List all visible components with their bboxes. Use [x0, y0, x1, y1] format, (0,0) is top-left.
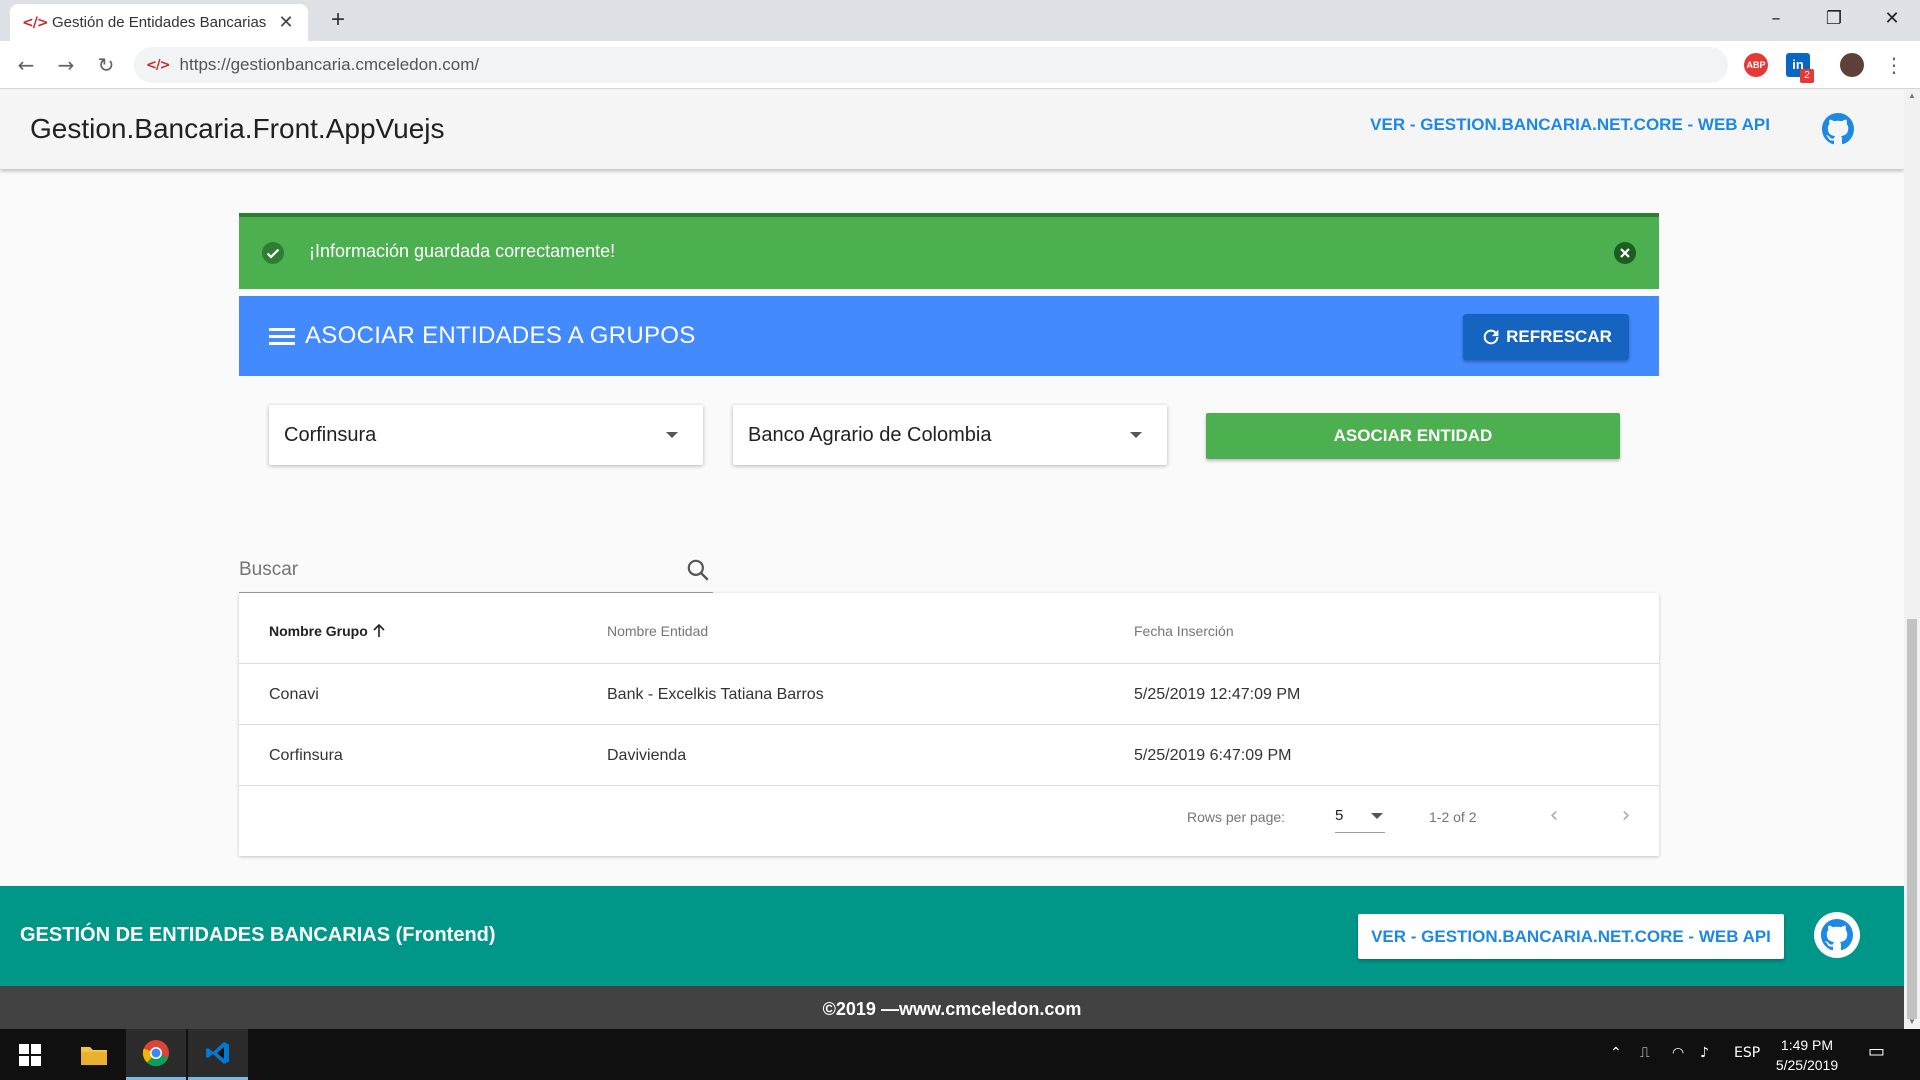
restore-button[interactable]: ❐ — [1806, 0, 1862, 40]
data-table: Nombre Grupo Nombre Entidad Fecha Inserc… — [239, 593, 1659, 856]
github-icon — [1821, 919, 1853, 951]
copyright-text[interactable]: ©2019 —www.cmceledon.com — [0, 999, 1904, 1020]
chrome-taskbar-button[interactable] — [126, 1029, 186, 1080]
browser-menu-icon[interactable]: ⋮ — [1880, 51, 1908, 79]
extension-badge: 2 — [1800, 69, 1814, 83]
windows-start-button[interactable] — [0, 1029, 60, 1080]
alert-message: ¡Información guardada correctamente! — [309, 241, 616, 261]
adblock-extension-icon[interactable]: ABP — [1744, 53, 1768, 77]
search-icon[interactable] — [685, 557, 711, 583]
language-indicator[interactable]: ESP — [1734, 1045, 1760, 1061]
network-icon[interactable]: ⎍ — [1640, 1045, 1650, 1061]
window-close-button[interactable]: ✕ — [1864, 0, 1920, 40]
row-divider — [239, 785, 1659, 786]
associate-entity-button[interactable]: ASOCIAR ENTIDAD — [1206, 413, 1620, 459]
rows-per-page-select[interactable]: 5 — [1335, 799, 1385, 833]
browser-toolbar: ← → ↻ </> https://gestionbancaria.cmcele… — [0, 41, 1920, 89]
browser-tab[interactable]: </> Gestión de Entidades Bancarias ✕ — [10, 4, 308, 41]
footer-github-button[interactable] — [1814, 912, 1860, 958]
cell-grupo: Conavi — [269, 686, 319, 703]
minimize-button[interactable]: – — [1748, 0, 1804, 40]
page-scrollbar[interactable]: ▲ ▼ — [1904, 89, 1920, 1029]
column-header-grupo[interactable]: Nombre Grupo — [269, 623, 386, 639]
folder-icon — [81, 1046, 107, 1065]
tab-close-icon[interactable]: ✕ — [276, 12, 296, 33]
windows-logo-icon — [19, 1043, 41, 1066]
cell-entidad: Bank - Excelkis Tatiana Barros — [607, 686, 824, 703]
reload-icon[interactable]: ↻ — [92, 51, 120, 79]
tab-title: Gestión de Entidades Bancarias — [52, 14, 267, 31]
entity-select[interactable]: Banco Agrario de Colombia — [733, 405, 1167, 465]
search-input[interactable]: Buscar — [239, 553, 713, 593]
refresh-icon — [1483, 329, 1499, 345]
app-header: Gestion.Bancaria.Front.AppVuejs VER - GE… — [0, 89, 1904, 169]
footer-title: GESTIÓN DE ENTIDADES BANCARIAS (Frontend… — [20, 924, 496, 946]
group-select-value: Corfinsura — [284, 423, 377, 446]
search-placeholder: Buscar — [239, 559, 299, 580]
footer-copyright-bar: ©2019 —www.cmceledon.com — [0, 986, 1904, 1029]
notifications-icon[interactable]: ▭ — [1868, 1041, 1885, 1062]
cell-grupo: Corfinsura — [269, 747, 343, 764]
pagination-range: 1-2 of 2 — [1429, 809, 1477, 825]
header-api-link[interactable]: VER - GESTION.BANCARIA.NET.CORE - WEB AP… — [1370, 115, 1770, 135]
url-text[interactable]: https://gestionbancaria.cmceledon.com/ — [180, 55, 480, 75]
next-page-button[interactable]: › — [1611, 801, 1641, 831]
cell-entidad: Davivienda — [607, 747, 687, 764]
alert-close-icon[interactable] — [1613, 241, 1637, 265]
system-clock[interactable]: 1:49 PM 5/25/2019 — [1762, 1035, 1852, 1075]
browser-tab-bar: </> Gestión de Entidades Bancarias ✕ + –… — [0, 0, 1920, 41]
page-viewport: Gestion.Bancaria.Front.AppVuejs VER - GE… — [0, 89, 1904, 1029]
footer-main: GESTIÓN DE ENTIDADES BANCARIAS (Frontend… — [0, 886, 1904, 986]
cell-fecha: 5/25/2019 6:47:09 PM — [1134, 747, 1292, 764]
chevron-down-icon — [1371, 813, 1383, 819]
scrollbar-thumb[interactable] — [1907, 619, 1917, 1019]
menu-icon[interactable] — [269, 324, 295, 348]
scroll-down-icon[interactable]: ▼ — [1904, 1015, 1920, 1029]
arrow-up-icon — [373, 623, 385, 637]
check-circle-icon — [262, 242, 284, 264]
chevron-down-icon — [1130, 432, 1142, 438]
back-arrow-icon[interactable]: ← — [12, 51, 40, 79]
file-explorer-button[interactable] — [64, 1029, 124, 1080]
section-title: ASOCIAR ENTIDADES A GRUPOS — [305, 322, 696, 349]
chevron-down-icon — [666, 432, 678, 438]
table-row[interactable]: Conavi Bank - Excelkis Tatiana Barros 5/… — [239, 664, 1659, 724]
chevron-up-icon[interactable]: ⌃ — [1610, 1045, 1622, 1061]
prev-page-button[interactable]: ‹ — [1539, 801, 1569, 831]
app-title: Gestion.Bancaria.Front.AppVuejs — [30, 113, 445, 144]
column-header-fecha[interactable]: Fecha Inserción — [1134, 623, 1234, 639]
column-header-entidad[interactable]: Nombre Entidad — [607, 623, 708, 639]
table-row[interactable]: Corfinsura Davivienda 5/25/2019 6:47:09 … — [239, 725, 1659, 785]
scroll-up-icon[interactable]: ▲ — [1904, 89, 1920, 103]
forward-arrow-icon[interactable]: → — [52, 51, 80, 79]
clock-date: 5/25/2019 — [1775, 1057, 1839, 1073]
rows-per-page-label: Rows per page: — [1187, 809, 1286, 825]
profile-avatar[interactable] — [1840, 53, 1864, 77]
site-favicon-icon: </> — [22, 14, 49, 31]
refresh-button[interactable]: REFRESCAR — [1463, 314, 1629, 360]
volume-icon[interactable]: ♪ — [1700, 1045, 1709, 1061]
site-favicon-icon: </> — [146, 57, 171, 73]
footer-api-button[interactable]: VER - GESTION.BANCARIA.NET.CORE - WEB AP… — [1358, 914, 1784, 959]
wifi-icon[interactable]: ◠ — [1672, 1045, 1684, 1061]
clock-time: 1:49 PM — [1780, 1037, 1834, 1053]
group-select[interactable]: Corfinsura — [269, 405, 703, 465]
address-bar[interactable]: </> https://gestionbancaria.cmceledon.co… — [134, 47, 1728, 83]
github-icon[interactable] — [1822, 113, 1854, 145]
vscode-icon — [206, 1042, 229, 1064]
chrome-icon — [142, 1040, 169, 1067]
entity-select-value: Banco Agrario de Colombia — [748, 423, 992, 446]
new-tab-button[interactable]: + — [324, 6, 352, 34]
cell-fecha: 5/25/2019 12:47:09 PM — [1134, 686, 1301, 703]
rows-per-page-value: 5 — [1335, 807, 1344, 824]
refresh-label: REFRESCAR — [1506, 327, 1612, 346]
success-alert: ¡Información guardada correctamente! — [239, 213, 1659, 289]
windows-taskbar: ⌃ ⎍ ◠ ♪ ESP 1:49 PM 5/25/2019 ▭ — [0, 1029, 1920, 1080]
vscode-taskbar-button[interactable] — [188, 1029, 248, 1080]
section-header: ASOCIAR ENTIDADES A GRUPOS REFRESCAR — [239, 296, 1659, 376]
